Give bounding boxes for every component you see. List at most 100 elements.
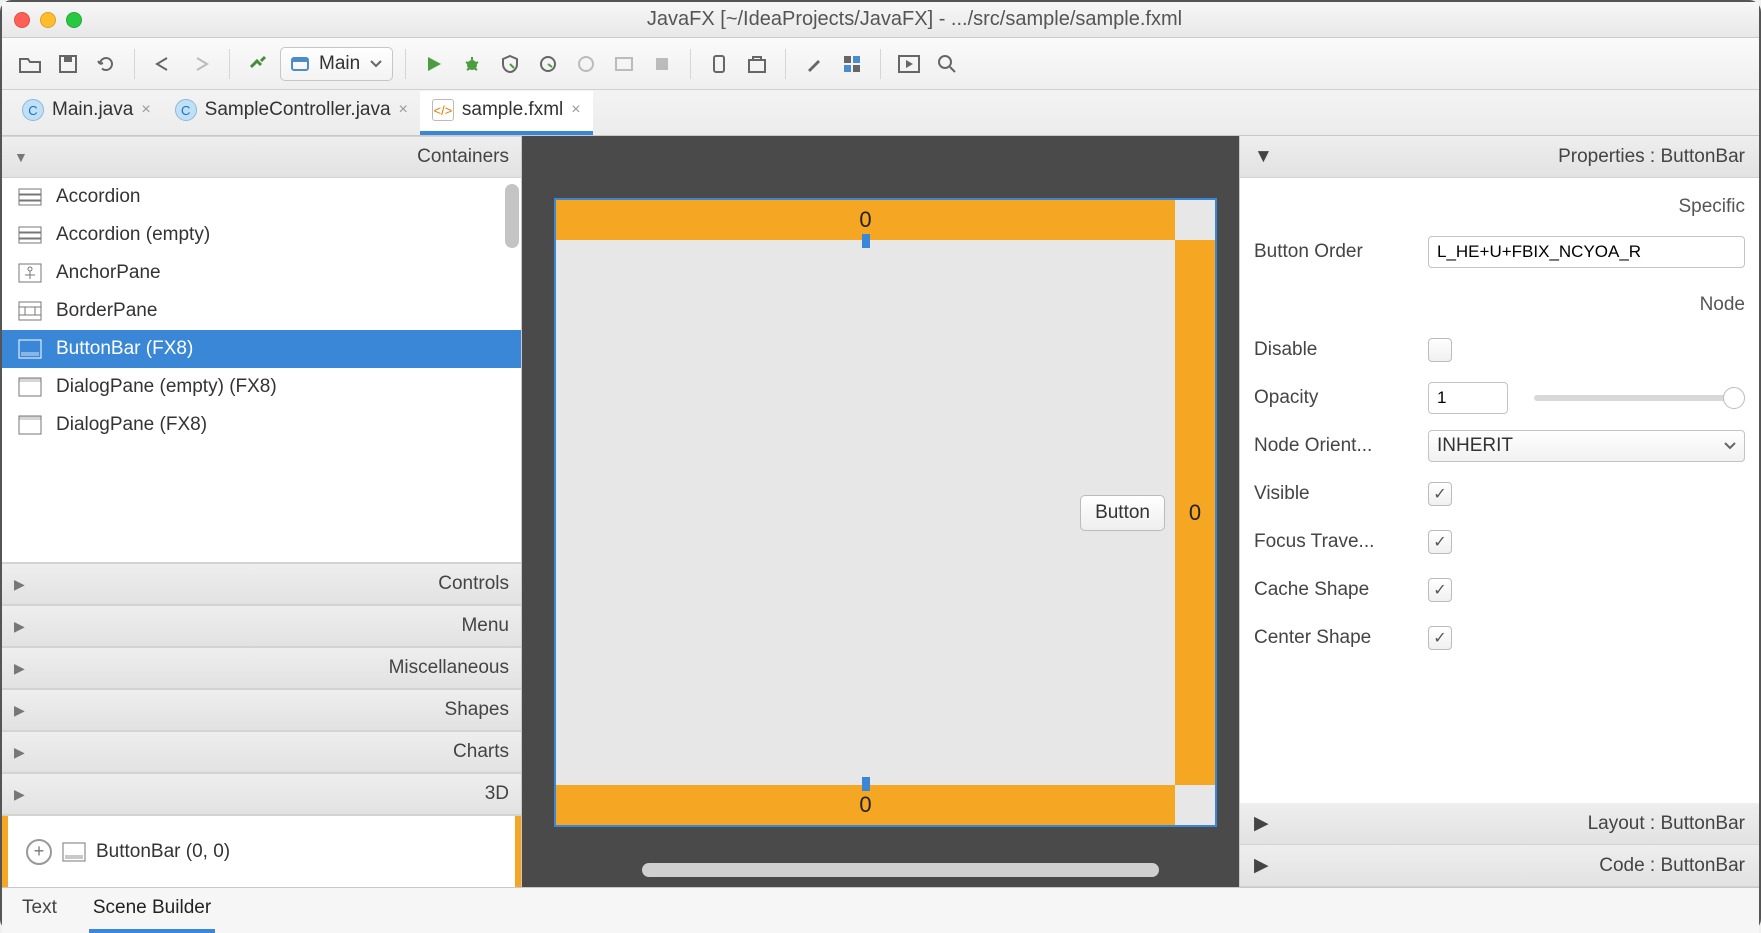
list-item[interactable]: AnchorPane xyxy=(2,254,521,292)
borderpane-right-slot[interactable]: 0 xyxy=(1175,240,1215,785)
list-item[interactable]: ButtonBar (FX8) xyxy=(2,330,521,368)
buttonbar-icon xyxy=(16,338,44,360)
borderpane-bottom-slot[interactable]: 0 xyxy=(556,785,1175,825)
debug-icon[interactable] xyxy=(456,48,488,80)
button-order-input[interactable] xyxy=(1428,236,1745,268)
tab-sample-fxml[interactable]: </> sample.fxml × xyxy=(420,91,593,135)
list-item[interactable]: Accordion (empty) xyxy=(2,216,521,254)
dialogpane-icon xyxy=(16,376,44,398)
close-window-button[interactable] xyxy=(14,12,30,28)
attach-icon[interactable] xyxy=(570,48,602,80)
opacity-input[interactable] xyxy=(1428,382,1508,414)
center-checkbox[interactable]: ✓ xyxy=(1428,626,1452,650)
zoom-window-button[interactable] xyxy=(66,12,82,28)
structure-icon[interactable] xyxy=(836,48,868,80)
subsection-node: Node xyxy=(1254,276,1745,326)
java-class-icon: C xyxy=(22,99,44,121)
close-icon[interactable]: × xyxy=(399,101,408,119)
list-item[interactable]: DialogPane (empty) (FX8) xyxy=(2,368,521,406)
disclosure-right-icon: ▶ xyxy=(14,702,25,719)
category-controls[interactable]: ▶ Controls xyxy=(2,563,521,605)
subsection-specific: Specific xyxy=(1254,178,1745,228)
profile-icon[interactable] xyxy=(532,48,564,80)
focus-checkbox[interactable]: ✓ xyxy=(1428,530,1452,554)
containers-section-header[interactable]: ▼ Containers xyxy=(2,136,521,178)
run-config-selector[interactable]: Main xyxy=(280,47,393,81)
borderpane-preview[interactable]: 0 0 0 Button xyxy=(554,198,1217,827)
tab-text[interactable]: Text xyxy=(18,889,61,933)
orientation-select[interactable]: INHERIT xyxy=(1428,430,1745,462)
category-3d[interactable]: ▶3D xyxy=(2,773,521,815)
tab-main-java[interactable]: C Main.java × xyxy=(10,91,163,135)
run-anything-icon[interactable] xyxy=(608,48,640,80)
item-label: AnchorPane xyxy=(56,262,161,284)
back-icon[interactable] xyxy=(147,48,179,80)
item-label: DialogPane (FX8) xyxy=(56,414,207,436)
preview-button[interactable]: Button xyxy=(1080,495,1165,531)
forward-icon[interactable] xyxy=(185,48,217,80)
add-icon[interactable]: + xyxy=(26,839,52,865)
slider-thumb[interactable] xyxy=(1723,387,1745,409)
section-label: Controls xyxy=(33,573,509,595)
container-icon xyxy=(16,224,44,246)
refresh-icon[interactable] xyxy=(90,48,122,80)
scrollbar-thumb[interactable] xyxy=(505,184,519,248)
disable-checkbox[interactable] xyxy=(1428,338,1452,362)
list-item[interactable]: DialogPane (FX8) xyxy=(2,406,521,444)
fxml-file-icon: </> xyxy=(432,99,454,121)
tab-samplecontroller-java[interactable]: C SampleController.java × xyxy=(163,91,420,135)
section-label: Miscellaneous xyxy=(33,657,509,679)
stop-icon[interactable] xyxy=(646,48,678,80)
prop-button-order: Button Order xyxy=(1254,228,1745,276)
window-controls xyxy=(14,12,82,28)
avd-icon[interactable] xyxy=(703,48,735,80)
sdk-icon[interactable] xyxy=(741,48,773,80)
list-item[interactable]: Accordion xyxy=(2,178,521,216)
tab-scene-builder[interactable]: Scene Builder xyxy=(89,889,215,933)
prop-label: Disable xyxy=(1254,339,1414,361)
list-item[interactable]: BorderPane xyxy=(2,292,521,330)
minimize-window-button[interactable] xyxy=(40,12,56,28)
settings-icon[interactable] xyxy=(798,48,830,80)
hierarchy-item-label[interactable]: ButtonBar (0, 0) xyxy=(96,841,230,863)
hierarchy-panel: + ButtonBar (0, 0) xyxy=(2,815,521,887)
resize-handle[interactable] xyxy=(862,777,870,791)
window-title: JavaFX [~/IdeaProjects/JavaFX] - .../src… xyxy=(82,8,1747,31)
design-canvas[interactable]: 0 0 0 Button xyxy=(522,136,1239,887)
close-icon[interactable]: × xyxy=(571,101,580,119)
inspector-pane: ▼ Properties : ButtonBar Specific Button… xyxy=(1239,136,1759,887)
inset-value: 0 xyxy=(859,207,871,233)
close-icon[interactable]: × xyxy=(141,101,150,119)
search-icon[interactable] xyxy=(931,48,963,80)
selection-marker xyxy=(515,816,521,887)
section-label: Shapes xyxy=(33,699,509,721)
section-label: Containers xyxy=(36,146,509,168)
code-header[interactable]: ▶ Code : ButtonBar xyxy=(1240,845,1759,887)
tab-label: SampleController.java xyxy=(205,99,391,121)
container-icon xyxy=(16,186,44,208)
run-target-icon[interactable] xyxy=(893,48,925,80)
cache-checkbox[interactable]: ✓ xyxy=(1428,578,1452,602)
run-icon[interactable] xyxy=(418,48,450,80)
save-icon[interactable] xyxy=(52,48,84,80)
category-charts[interactable]: ▶Charts xyxy=(2,731,521,773)
properties-header[interactable]: ▼ Properties : ButtonBar xyxy=(1240,136,1759,178)
resize-handle[interactable] xyxy=(862,234,870,248)
prop-label: Cache Shape xyxy=(1254,579,1414,601)
category-menu[interactable]: ▶Menu xyxy=(2,605,521,647)
visible-checkbox[interactable]: ✓ xyxy=(1428,482,1452,506)
opacity-slider[interactable] xyxy=(1534,395,1745,401)
horizontal-scrollbar[interactable] xyxy=(642,863,1159,877)
disclosure-right-icon: ▶ xyxy=(14,576,25,593)
prop-label: Center Shape xyxy=(1254,627,1414,649)
coverage-icon[interactable] xyxy=(494,48,526,80)
open-icon[interactable] xyxy=(14,48,46,80)
titlebar: JavaFX [~/IdeaProjects/JavaFX] - .../src… xyxy=(2,2,1759,38)
borderpane-top-slot[interactable]: 0 xyxy=(556,200,1175,240)
prop-node-orientation: Node Orient... INHERIT xyxy=(1254,422,1745,470)
category-miscellaneous[interactable]: ▶Miscellaneous xyxy=(2,647,521,689)
chevron-down-icon xyxy=(370,60,382,68)
build-icon[interactable] xyxy=(242,48,274,80)
category-shapes[interactable]: ▶ Shapes xyxy=(2,689,521,731)
layout-header[interactable]: ▶ Layout : ButtonBar xyxy=(1240,803,1759,845)
